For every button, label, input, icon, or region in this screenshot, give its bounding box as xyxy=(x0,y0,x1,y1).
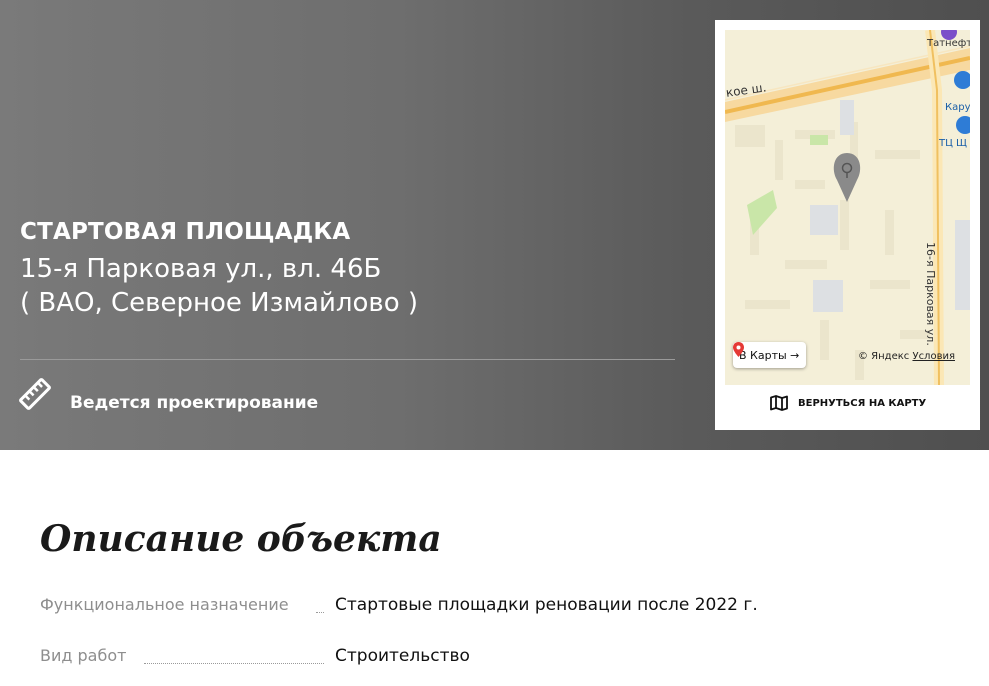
object-address: 15-я Парковая ул., вл. 46Б xyxy=(20,254,382,284)
dotted-leader xyxy=(144,663,324,664)
terms-link[interactable]: Условия xyxy=(912,351,955,362)
object-district: ( ВАО, Северное Измайлово ) xyxy=(20,288,419,318)
poi-label-gas-station[interactable]: Татнефть xyxy=(927,38,970,49)
copyright-text: © Яндекс xyxy=(858,351,910,362)
property-value: Стартовые площадки реновации после 2022 … xyxy=(335,595,758,615)
ruler-icon xyxy=(19,378,51,410)
property-label: Вид работ xyxy=(40,646,127,665)
mini-map[interactable]: кое ш. 16-я Парковая ул. Татнефть Кару Т… xyxy=(725,30,970,385)
object-type-title: СТАРТОВАЯ ПЛОЩАДКА xyxy=(20,219,351,245)
open-in-maps-button[interactable]: В Карты → xyxy=(733,342,807,368)
poi-label-mall[interactable]: ТЦ Щ xyxy=(939,138,967,149)
project-status: Ведется проектирование xyxy=(70,393,319,413)
map-icon xyxy=(770,395,788,411)
property-row-work-type: Вид работ Строительство xyxy=(40,646,940,670)
property-row-purpose: Функциональное назначение Стартовые площ… xyxy=(40,595,940,619)
return-to-map-button[interactable]: ВЕРНУТЬСЯ НА КАРТУ xyxy=(770,389,926,417)
open-in-maps-label: В Карты → xyxy=(739,348,800,362)
poi-label-store[interactable]: Кару xyxy=(945,102,970,113)
map-copyright: © Яндекс Условия xyxy=(858,351,955,362)
dotted-leader xyxy=(316,612,324,613)
street-label: 16-я Парковая ул. xyxy=(924,242,937,346)
map-card: кое ш. 16-я Парковая ул. Татнефть Кару Т… xyxy=(715,20,980,430)
location-pin-icon xyxy=(733,342,744,357)
property-value: Строительство xyxy=(335,646,470,666)
return-to-map-label: ВЕРНУТЬСЯ НА КАРТУ xyxy=(798,397,927,409)
property-label: Функциональное назначение xyxy=(40,595,289,614)
object-header: СТАРТОВАЯ ПЛОЩАДКА 15-я Парковая ул., вл… xyxy=(0,0,989,450)
description-title: Описание объекта xyxy=(40,518,442,560)
header-divider xyxy=(20,359,675,360)
